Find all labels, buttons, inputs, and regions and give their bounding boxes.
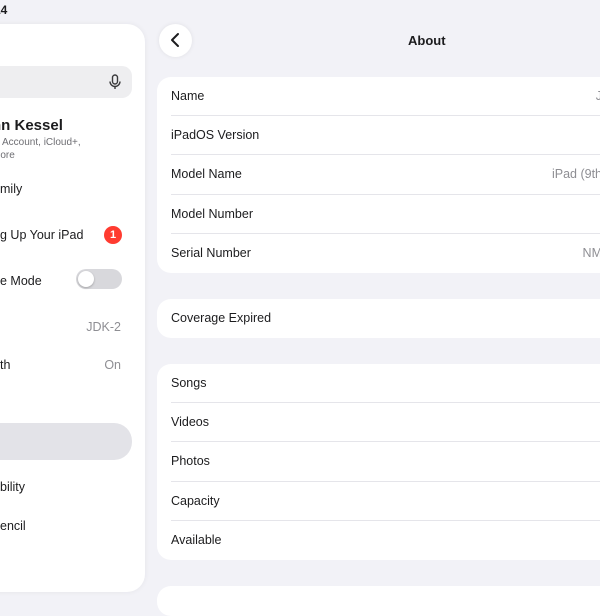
settings-sidebar: hn Kessel le Account, iCloud+, more mily… <box>0 24 145 592</box>
toggle-knob <box>78 271 94 287</box>
profile-name: hn Kessel <box>0 117 63 134</box>
sidebar-item-label: encil <box>0 519 26 533</box>
row-label: Coverage Expired <box>171 311 272 325</box>
sidebar-item-family[interactable]: mily <box>0 174 145 204</box>
row-label: Videos <box>171 415 209 430</box>
page-title: About <box>408 33 446 48</box>
sidebar-item-value: JDK-2 <box>86 320 121 334</box>
profile-subtitle-line2: more <box>0 150 15 161</box>
row-label: iPadOS Version <box>171 128 260 143</box>
row-value: NM <box>582 245 600 260</box>
list-row-model-number[interactable]: Model Number <box>157 195 600 234</box>
list-row-ipados-version[interactable]: iPadOS Version <box>157 116 600 156</box>
profile-subtitle: le Account, iCloud+, more <box>0 136 102 162</box>
media-group: Songs Videos Photos Capacity Available <box>157 364 600 560</box>
list-row-coverage[interactable]: Coverage Expired <box>157 299 600 338</box>
sidebar-item-label: bility <box>0 480 26 494</box>
sidebar-item-label: th <box>0 358 11 372</box>
status-time: 14 <box>0 3 8 17</box>
row-label: Capacity <box>171 493 220 508</box>
sidebar-item-bluetooth[interactable]: th On <box>0 350 145 380</box>
list-row-songs[interactable]: Songs <box>157 364 600 404</box>
profile-subtitle-line1: le Account, iCloud+, <box>0 137 81 148</box>
sidebar-item-wifi[interactable]: JDK-2 <box>0 312 145 342</box>
list-row-capacity[interactable]: Capacity <box>157 482 600 521</box>
back-button[interactable] <box>159 24 192 57</box>
sidebar-item-label: mily <box>0 182 23 196</box>
row-label: Photos <box>171 454 210 469</box>
next-group <box>157 586 600 616</box>
chevron-left-icon <box>171 33 179 47</box>
sidebar-item-label: g Up Your iPad <box>0 228 84 242</box>
row-label: Model Number <box>171 206 253 221</box>
sidebar-item-label: e Mode <box>0 274 42 288</box>
row-value: J <box>595 89 600 103</box>
coverage-group: Coverage Expired <box>157 299 600 339</box>
list-row-serial-number[interactable]: Serial Number NM <box>157 234 600 273</box>
row-value: iPad (9th <box>551 167 600 182</box>
row-label: Model Name <box>171 167 242 182</box>
list-row-name[interactable]: Name J <box>157 77 600 117</box>
sidebar-item-accessibility[interactable]: bility <box>0 472 145 502</box>
notification-badge: 1 <box>104 226 122 244</box>
mic-icon[interactable] <box>106 73 124 91</box>
row-label: Songs <box>171 376 207 390</box>
search-field[interactable] <box>0 66 132 98</box>
list-row-photos[interactable]: Photos <box>157 442 600 482</box>
row-label: Available <box>171 532 222 547</box>
list-row-videos[interactable]: Videos <box>157 403 600 443</box>
sidebar-item-apple-pencil[interactable]: encil <box>0 511 145 541</box>
row-label: Name <box>171 89 205 103</box>
sidebar-item-value: On <box>104 358 121 372</box>
list-row-model-name[interactable]: Model Name iPad (9th <box>157 155 600 195</box>
row-label: Serial Number <box>171 245 251 260</box>
sidebar-item-setup-ipad[interactable]: g Up Your iPad <box>0 220 145 250</box>
device-info-group: Name J iPadOS Version Model Name iPad (9… <box>157 77 600 273</box>
sidebar-item-airplane-mode[interactable]: e Mode <box>0 266 145 296</box>
list-row-available[interactable]: Available <box>157 521 600 560</box>
sidebar-item-general-selected[interactable] <box>0 423 132 460</box>
airplane-mode-toggle[interactable] <box>76 269 122 289</box>
